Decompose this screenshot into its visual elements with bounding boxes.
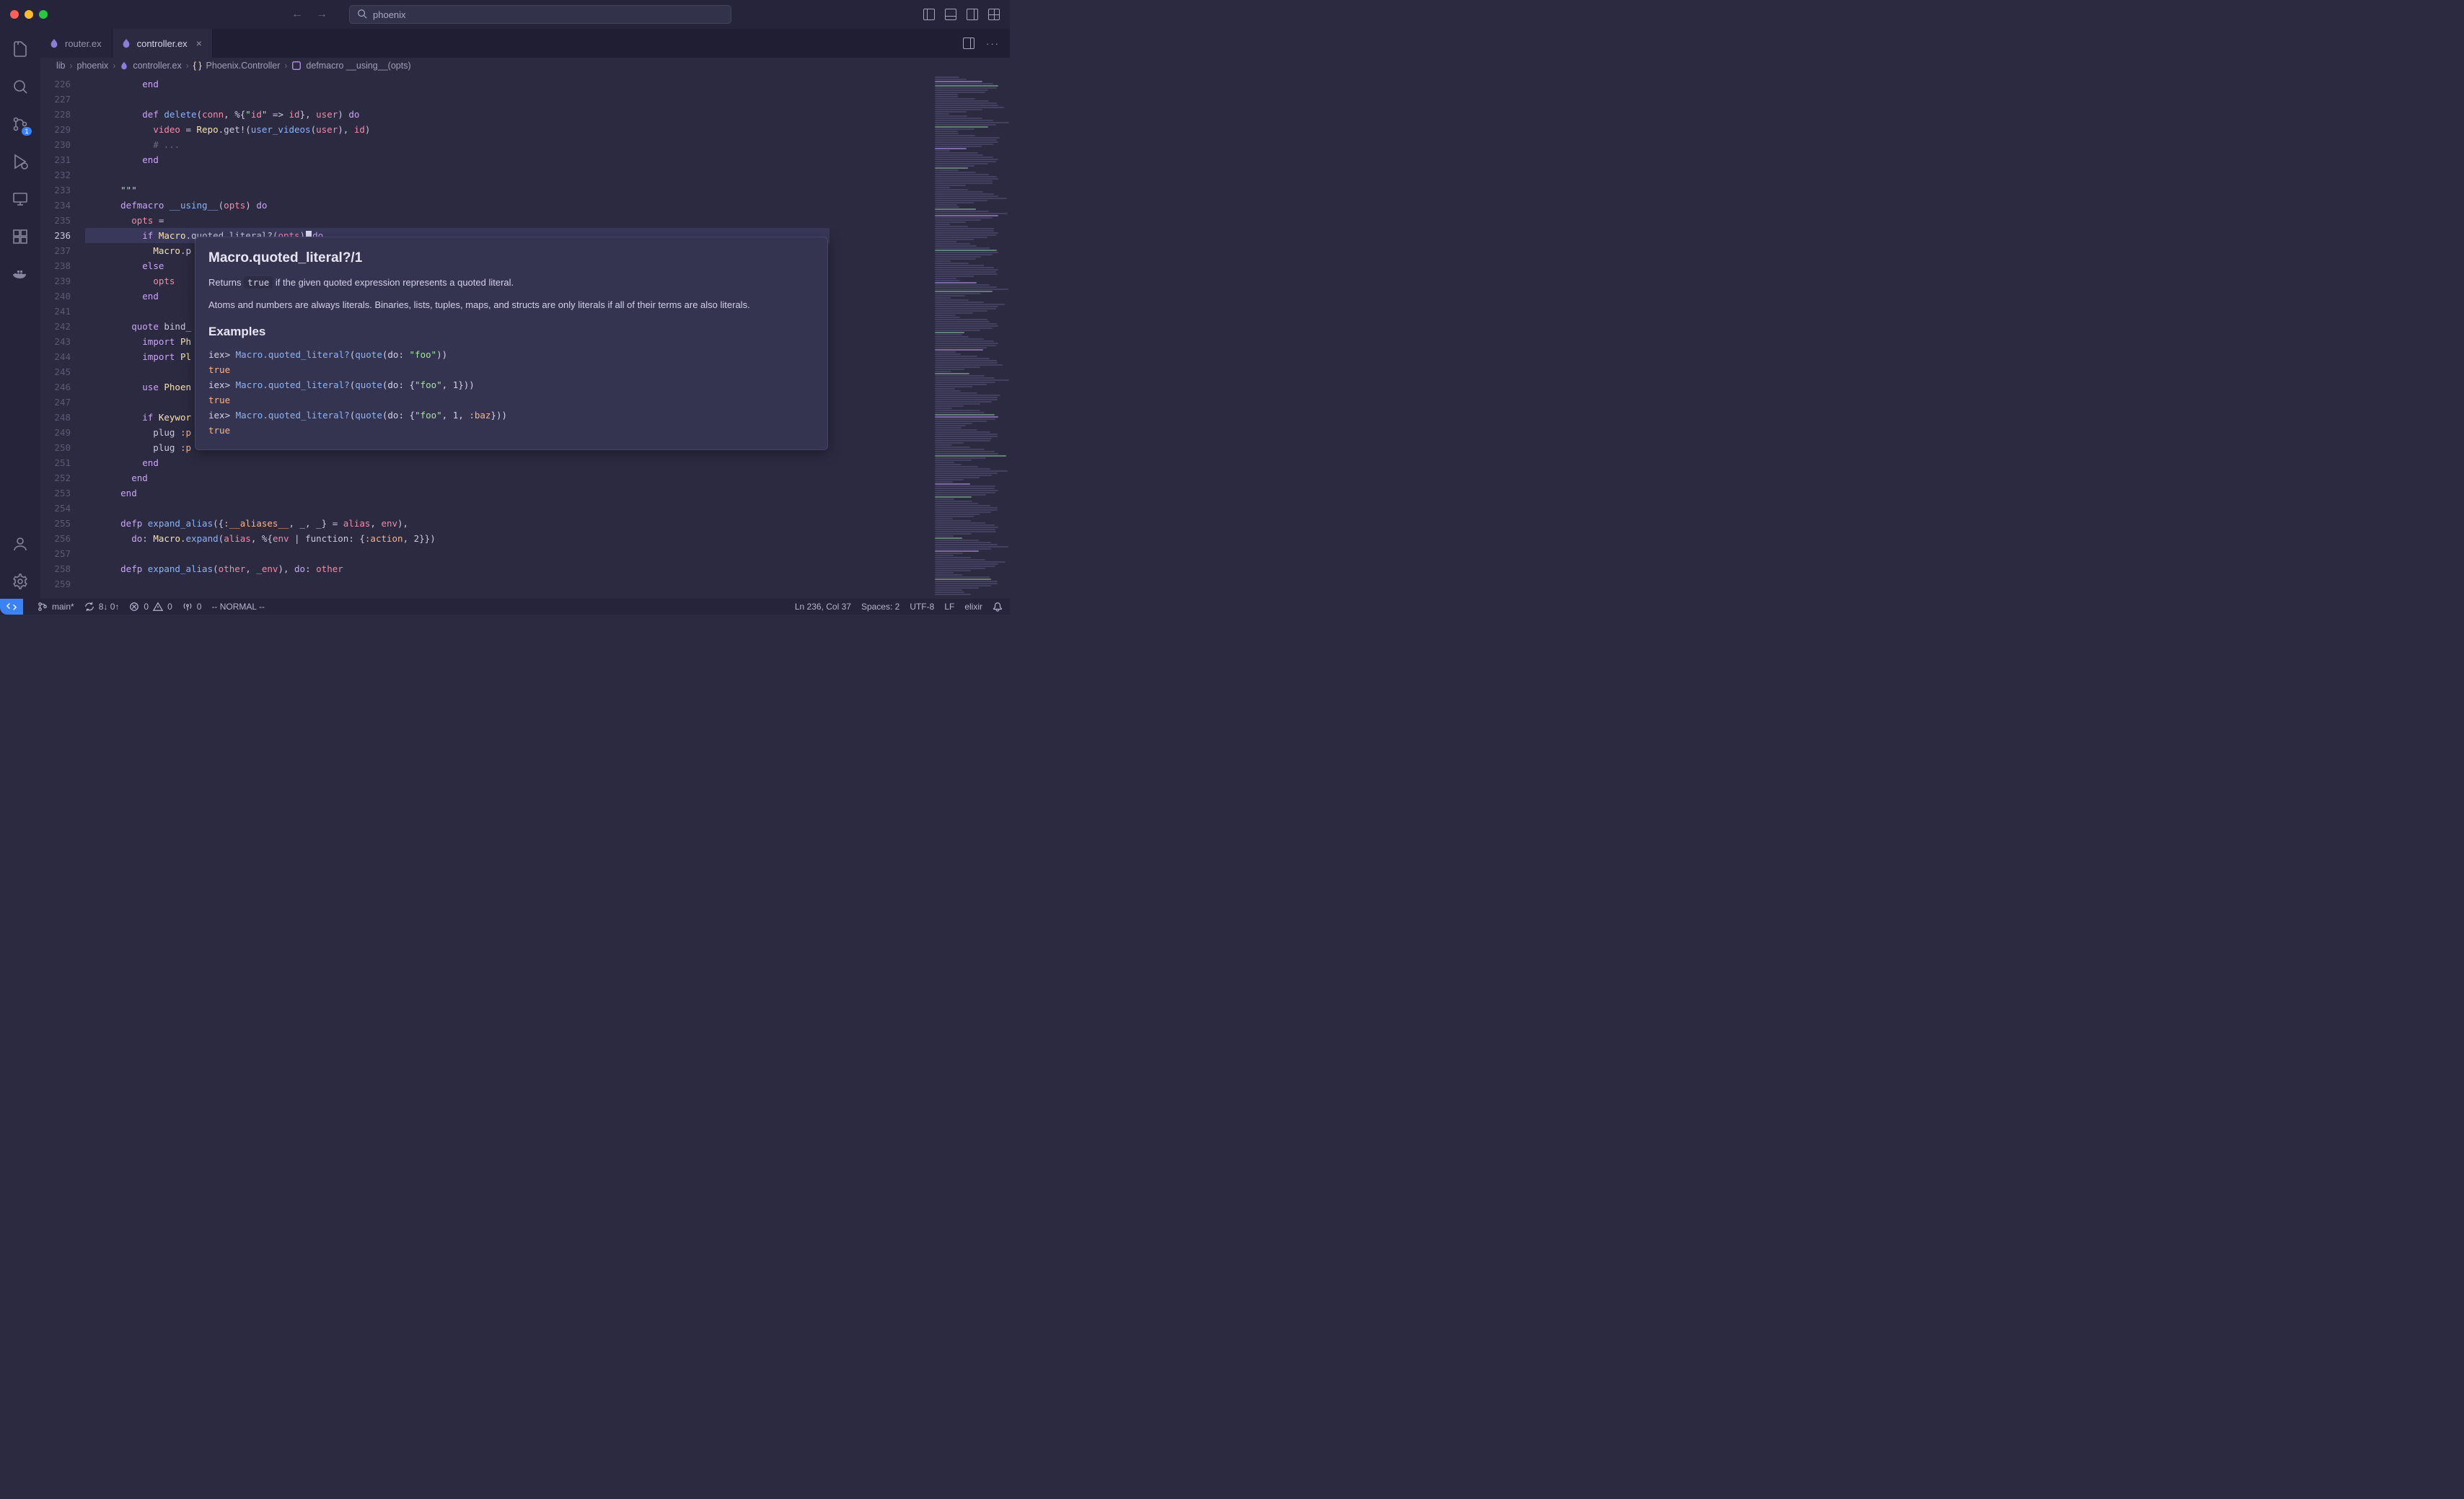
warning-count: 0: [167, 602, 172, 612]
tab-controller[interactable]: controller.ex ×: [113, 29, 213, 58]
branch-name: main*: [52, 602, 74, 612]
git-branch-status[interactable]: main*: [38, 602, 74, 612]
chevron-right-icon: ›: [284, 61, 287, 71]
remote-explorer-icon[interactable]: [10, 189, 30, 209]
breadcrumb-segment[interactable]: phoenix: [77, 61, 109, 71]
editor-body: 2262272282292302312322332342352362372382…: [40, 74, 1010, 599]
radio-tower-icon: [182, 602, 193, 612]
hover-title: Macro.quoted_literal?/1: [208, 247, 814, 268]
hover-description: Returns true if the given quoted express…: [208, 276, 814, 290]
accounts-icon[interactable]: [10, 534, 30, 554]
toggle-sidebar-left-icon[interactable]: [923, 9, 935, 20]
window-controls: [10, 10, 48, 19]
tab-label: controller.ex: [137, 38, 188, 49]
maximize-window-button[interactable]: [39, 10, 48, 19]
activity-bar: 1: [0, 29, 40, 599]
run-debug-icon[interactable]: [10, 151, 30, 172]
editor-area: router.ex controller.ex × ··· lib › phoe…: [40, 29, 1010, 599]
nav-forward-button[interactable]: →: [316, 8, 327, 21]
search-text: phoenix: [373, 9, 406, 20]
close-tab-icon[interactable]: ×: [196, 38, 202, 49]
ports-status[interactable]: 0: [182, 602, 202, 612]
indentation-status[interactable]: Spaces: 2: [861, 602, 899, 612]
minimap[interactable]: [930, 74, 1010, 599]
tab-router[interactable]: router.ex: [40, 29, 113, 58]
vim-mode: -- NORMAL --: [211, 602, 265, 612]
line-number-gutter: 2262272282292302312322332342352362372382…: [40, 74, 85, 599]
elixir-icon: [49, 38, 59, 48]
eol-status[interactable]: LF: [944, 602, 954, 612]
split-editor-icon[interactable]: [963, 38, 974, 49]
problems-status[interactable]: 0 0: [129, 602, 172, 612]
main-area: 1 router.ex c: [0, 29, 1010, 599]
minimize-window-button[interactable]: [25, 10, 33, 19]
code-literal: true: [244, 276, 273, 289]
braces-icon: { }: [193, 61, 202, 71]
customize-layout-icon[interactable]: [988, 9, 1000, 20]
toggle-panel-icon[interactable]: [945, 9, 956, 20]
notifications-icon[interactable]: [993, 602, 1003, 612]
tab-label: router.ex: [65, 38, 102, 49]
chevron-right-icon: ›: [186, 61, 189, 71]
breadcrumb-segment[interactable]: defmacro __using__(opts): [306, 61, 410, 71]
vim-mode-indicator: -- NORMAL --: [211, 602, 265, 612]
hover-description: Atoms and numbers are always literals. B…: [208, 298, 814, 312]
command-center-search[interactable]: phoenix: [349, 5, 731, 24]
ports-count: 0: [197, 602, 202, 612]
titlebar-layout-controls: [923, 9, 1000, 20]
remote-indicator[interactable]: [0, 599, 23, 615]
settings-gear-icon[interactable]: [10, 571, 30, 592]
breadcrumb[interactable]: lib › phoenix › controller.ex › { } Phoe…: [40, 58, 1010, 74]
breadcrumb-segment[interactable]: Phoenix.Controller: [206, 61, 281, 71]
nav-back-button[interactable]: ←: [291, 8, 303, 21]
git-sync-status[interactable]: 8↓ 0↑: [84, 602, 120, 612]
encoding-status[interactable]: UTF-8: [910, 602, 934, 612]
search-icon: [357, 9, 367, 21]
close-window-button[interactable]: [10, 10, 19, 19]
sync-icon: [84, 602, 94, 612]
extensions-icon[interactable]: [10, 227, 30, 247]
docker-icon[interactable]: [10, 264, 30, 284]
error-icon: [129, 602, 139, 612]
chevron-right-icon: ›: [70, 61, 73, 71]
cursor-position[interactable]: Ln 236, Col 37: [795, 602, 851, 612]
search-icon[interactable]: [10, 76, 30, 97]
warning-icon: [153, 602, 163, 612]
toggle-sidebar-right-icon[interactable]: [967, 9, 978, 20]
sync-counts: 8↓ 0↑: [99, 602, 120, 612]
nav-history: ← →: [291, 8, 327, 21]
source-control-icon[interactable]: 1: [10, 114, 30, 134]
elixir-icon: [121, 38, 131, 48]
language-mode[interactable]: elixir: [964, 602, 982, 612]
titlebar: ← → phoenix: [0, 0, 1010, 29]
hover-examples-heading: Examples: [208, 322, 814, 341]
elixir-icon: [120, 61, 128, 70]
hover-examples-code: iex> Macro.quoted_literal?(quote(do: "fo…: [208, 347, 814, 438]
more-actions-icon[interactable]: ···: [986, 38, 1000, 49]
error-count: 0: [144, 602, 149, 612]
hover-documentation-popup: Macro.quoted_literal?/1 Returns true if …: [195, 237, 828, 450]
minimap-canvas: [935, 76, 1006, 596]
method-icon: [291, 61, 302, 71]
git-branch-icon: [38, 602, 48, 612]
chevron-right-icon: ›: [113, 61, 115, 71]
breadcrumb-segment[interactable]: lib: [56, 61, 66, 71]
statusbar: main* 8↓ 0↑ 0 0 0 -- NORMAL -- Ln 236, C…: [0, 599, 1010, 615]
breadcrumb-segment[interactable]: controller.ex: [133, 61, 181, 71]
tab-actions: ···: [963, 29, 1010, 58]
scm-badge: 1: [22, 127, 32, 136]
explorer-icon[interactable]: [10, 39, 30, 59]
tab-bar: router.ex controller.ex × ···: [40, 29, 1010, 58]
